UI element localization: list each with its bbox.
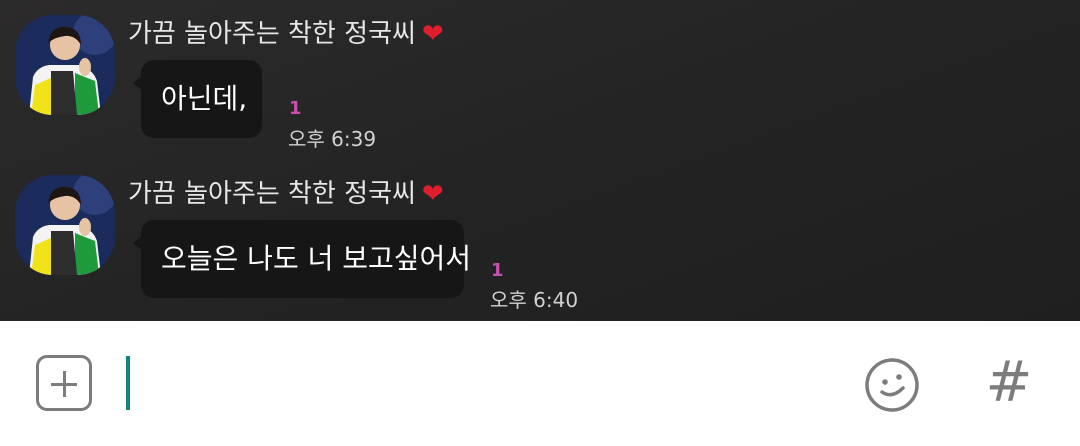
unread-count: 1 xyxy=(289,98,302,119)
sender-name: 가끔 놀아주는 착한 정국씨 ❤ xyxy=(128,177,444,211)
message-time: 오후 6:40 xyxy=(490,288,579,312)
message-item: 가끔 놀아주는 착한 정국씨 ❤ 아닌데, 1 오후 6:39 xyxy=(0,15,1080,175)
sender-name-text: 가끔 놀아주는 착한 정국씨 xyxy=(128,19,416,49)
avatar-photo xyxy=(15,15,115,115)
heart-icon: ❤ xyxy=(421,179,444,209)
avatar[interactable] xyxy=(15,175,115,275)
plus-square-icon[interactable] xyxy=(36,355,92,411)
message-bubble[interactable]: 오늘은 나도 너 보고싶어서 xyxy=(141,220,471,298)
message-item: 가끔 놀아주는 착한 정국씨 ❤ 오늘은 나도 너 보고싶어서 1 오후 6:40 xyxy=(0,175,1080,321)
message-input[interactable] xyxy=(126,356,130,410)
message-input-bar: # xyxy=(0,321,1080,446)
chat-area: 가끔 놀아주는 착한 정국씨 ❤ 아닌데, 1 오후 6:39 가끔 놀아주는 착… xyxy=(0,0,1080,321)
heart-icon: ❤ xyxy=(421,19,444,49)
message-bubble[interactable]: 아닌데, xyxy=(141,60,262,138)
message-time: 오후 6:39 xyxy=(288,127,377,151)
unread-count: 1 xyxy=(491,260,504,281)
sender-name-text: 가끔 놀아주는 착한 정국씨 xyxy=(128,179,416,209)
hash-icon[interactable]: # xyxy=(985,351,1033,415)
avatar-photo xyxy=(15,175,115,275)
avatar[interactable] xyxy=(15,15,115,115)
sender-name: 가끔 놀아주는 착한 정국씨 ❤ xyxy=(128,17,444,51)
smiley-icon[interactable] xyxy=(862,355,922,415)
